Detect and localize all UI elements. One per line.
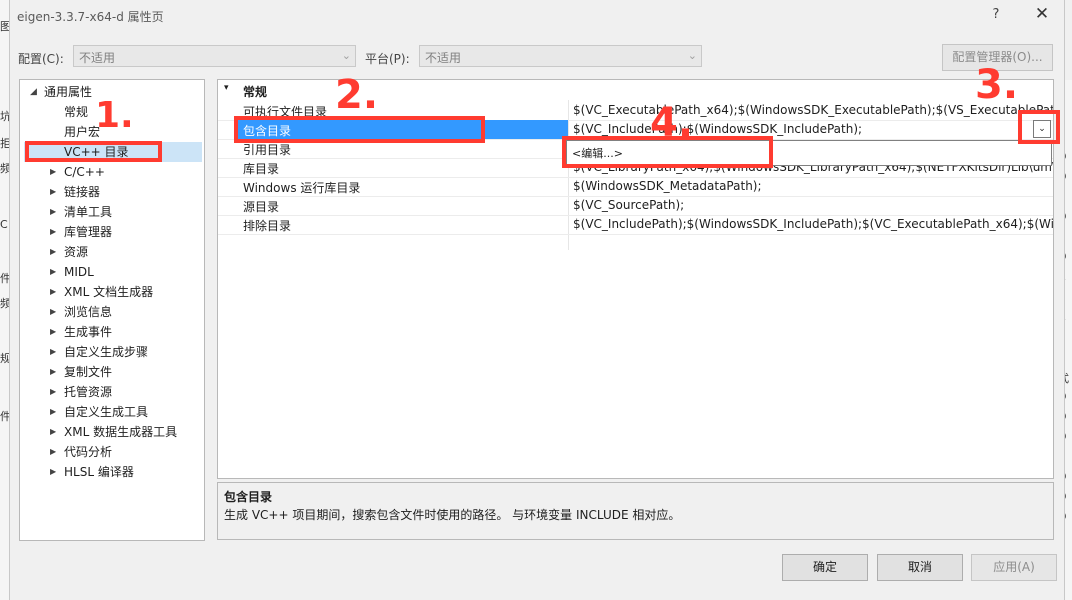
tree-item[interactable]: ▶ 浏览信息 (24, 302, 202, 322)
description-title: 包含目录 (224, 490, 273, 504)
tree-item[interactable]: ▶ 清单工具 (24, 202, 202, 222)
expand-triangle-icon[interactable]: ▶ (50, 302, 60, 322)
property-row[interactable]: 源目录 $(VC_SourcePath); (218, 196, 1053, 216)
config-label: 配置(C): (18, 52, 64, 66)
tree-item-label: MIDL (64, 265, 94, 279)
tree-item-label: XML 数据生成器工具 (64, 425, 178, 439)
tree-item[interactable]: ▶ 生成事件 (24, 322, 202, 342)
chevron-down-icon: ⌄ (687, 49, 697, 62)
annotation-box-dropdown (1018, 110, 1060, 144)
expand-triangle-icon[interactable]: ▶ (50, 382, 60, 402)
config-value: 不适用 (79, 51, 116, 65)
property-row[interactable]: 排除目录 $(VC_IncludePath);$(WindowsSDK_Inclu… (218, 215, 1053, 235)
expand-triangle-icon[interactable]: ▶ (50, 362, 60, 382)
platform-label: 平台(P): (365, 52, 410, 66)
tree-item-label: 常规 (64, 105, 89, 119)
expand-triangle-icon[interactable]: ▶ (50, 322, 60, 342)
annotation-box-vc-dirs (25, 141, 162, 162)
description-panel: 包含目录 生成 VC++ 项目期间，搜索包含文件时使用的路径。 与环境变量 IN… (217, 482, 1054, 540)
tree-item-label: 链接器 (64, 185, 101, 199)
expand-triangle-icon[interactable]: ▶ (50, 442, 60, 462)
window-title: eigen-3.3.7-x64-d 属性页 (17, 10, 164, 24)
tree-item-label: 复制文件 (64, 365, 113, 379)
property-name: 源目录 (243, 200, 280, 214)
expand-triangle-icon[interactable]: ▶ (50, 162, 60, 182)
tree-item[interactable]: ▶ 代码分析 (24, 442, 202, 462)
expand-triangle-icon[interactable]: ▶ (50, 462, 60, 482)
expand-triangle-icon[interactable]: ▶ (50, 182, 60, 202)
tree-item-label: 托管资源 (64, 385, 113, 399)
chevron-down-icon: ⌄ (341, 49, 351, 62)
tree-item[interactable]: ▶ 复制文件 (24, 362, 202, 382)
property-value[interactable]: $(VC_SourcePath); (573, 198, 684, 212)
property-name: 库目录 (243, 162, 280, 176)
tree-item[interactable]: ▶ 链接器 (24, 182, 202, 202)
tree-item[interactable]: ▶ 资源 (24, 242, 202, 262)
expand-triangle-icon[interactable]: ▶ (50, 422, 60, 442)
tree-item-label: 清单工具 (64, 205, 113, 219)
annotation-number-1: 1. (95, 95, 134, 136)
tree-item[interactable]: ▶ 自定义生成步骤 (24, 342, 202, 362)
property-name: Windows 运行库目录 (243, 181, 361, 195)
property-name: 引用目录 (243, 143, 292, 157)
collapse-icon[interactable]: ▾ (224, 83, 229, 93)
tree-item-label: C/C++ (64, 165, 105, 179)
tree-item-label: 资源 (64, 245, 89, 259)
expand-triangle-icon[interactable]: ▶ (50, 202, 60, 222)
platform-select[interactable]: 不适用 ⌄ (419, 45, 702, 67)
tree-item[interactable]: ▶ 库管理器 (24, 222, 202, 242)
expand-triangle-icon[interactable]: ▶ (50, 402, 60, 422)
tree-item[interactable]: ▶ MIDL (24, 262, 202, 282)
tree-item[interactable]: ▶ XML 文档生成器 (24, 282, 202, 302)
help-button[interactable]: ? (986, 5, 1006, 25)
config-select[interactable]: 不适用 ⌄ (73, 45, 356, 67)
description-text: 生成 VC++ 项目期间，搜索包含文件时使用的路径。 与环境变量 INCLUDE… (224, 508, 681, 522)
annotation-number-2: 2. (335, 72, 379, 118)
tree-item-label: 浏览信息 (64, 305, 113, 319)
annotation-number-4: 4. (650, 100, 694, 146)
tree-root-label: 通用属性 (44, 85, 93, 99)
property-value[interactable]: $(WindowsSDK_MetadataPath); (573, 179, 762, 193)
annotation-box-include-dirs (234, 116, 485, 143)
background-glyph: C (0, 218, 8, 231)
cancel-button[interactable]: 取消 (877, 554, 963, 581)
close-button[interactable]: ✕ (1032, 4, 1052, 24)
property-value[interactable]: $(VC_IncludePath);$(WindowsSDK_IncludePa… (573, 122, 862, 136)
tree-item-label: 自定义生成步骤 (64, 345, 149, 359)
tree-item-label: 生成事件 (64, 325, 113, 339)
property-row[interactable]: Windows 运行库目录 $(WindowsSDK_MetadataPath); (218, 177, 1053, 197)
property-name: 排除目录 (243, 219, 292, 233)
tree-item-label: HLSL 编译器 (64, 465, 134, 479)
annotation-number-3: 3. (975, 62, 1019, 108)
section-header: 常规 (243, 85, 268, 99)
tree-item-label: 库管理器 (64, 225, 113, 239)
expanded-triangle-icon: ◢ (30, 87, 37, 97)
tree-item-label: XML 文档生成器 (64, 285, 154, 299)
tree-item[interactable]: ▶ 托管资源 (24, 382, 202, 402)
tree-item[interactable]: ▶ C/C++ (24, 162, 202, 182)
property-value[interactable]: $(VC_IncludePath);$(WindowsSDK_IncludePa… (573, 217, 1053, 231)
ok-button[interactable]: 确定 (782, 554, 868, 581)
expand-triangle-icon[interactable]: ▶ (50, 262, 60, 282)
tree-item[interactable]: ▶ XML 数据生成器工具 (24, 422, 202, 442)
expand-triangle-icon[interactable]: ▶ (50, 342, 60, 362)
tree-item-label: 代码分析 (64, 445, 113, 459)
platform-value: 不适用 (425, 51, 462, 65)
tree-item[interactable]: ▶ 自定义生成工具 (24, 402, 202, 422)
expand-triangle-icon[interactable]: ▶ (50, 242, 60, 262)
tree-item-label: 自定义生成工具 (64, 405, 149, 419)
expand-triangle-icon[interactable]: ▶ (50, 222, 60, 242)
tree-item[interactable]: ▶ HLSL 编译器 (24, 462, 202, 482)
apply-button[interactable]: 应用(A) (971, 554, 1057, 581)
expand-triangle-icon[interactable]: ▶ (50, 282, 60, 302)
